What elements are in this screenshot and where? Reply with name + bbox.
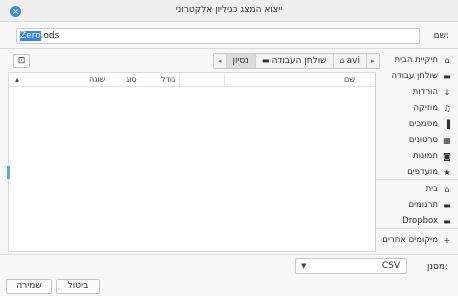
divider — [0, 254, 458, 255]
filename-extension: .ods — [40, 31, 60, 41]
sidebar-item-label: הורדות — [412, 87, 438, 97]
places-sidebar: תיקיית הבית ⌂ שולחן עבודה ▬ הורדות ↓ מוזיקה… — [376, 48, 458, 254]
music-icon: ♫ — [443, 103, 451, 113]
home-icon: ⌂ — [444, 184, 450, 194]
sidebar-item-videos[interactable]: סרטונים ▦ — [409, 133, 452, 147]
focus-indicator — [7, 166, 10, 179]
sidebar-item-label: תיקיית הבית — [394, 55, 438, 65]
path-crumb-desktop[interactable]: ▬ שולחן העבודה — [256, 54, 334, 68]
column-header-name[interactable]: שם — [344, 75, 355, 84]
file-list-header: שם גודל סוג שונה ▴ — [9, 73, 375, 87]
sidebar-item-dropbox[interactable]: Dropbox ▬ — [402, 214, 452, 228]
save-dialog: × ייצוא המצג כגיליון אלקטרוני Zero.ods ש… — [0, 0, 458, 296]
sidebar-item-label: בית — [425, 184, 438, 194]
sidebar-item-label: מועדפים — [407, 167, 438, 177]
sidebar-item-starred[interactable]: מועדפים ★ — [407, 165, 452, 179]
new-folder-button[interactable]: ⊡ — [13, 54, 30, 68]
document-icon: ▐ — [443, 119, 451, 129]
path-crumb-current[interactable]: נסיון — [226, 54, 256, 68]
sidebar-item-label: מסמכים — [408, 119, 438, 129]
cancel-button[interactable]: ביטול — [56, 279, 100, 294]
file-list[interactable]: שם גודל סוג שונה ▴ — [8, 72, 376, 252]
sidebar-item-other-locations[interactable]: מיקומים אחרים + — [382, 233, 452, 247]
desktop-icon: ▬ — [443, 71, 451, 81]
desktop-icon: ▬ — [261, 56, 270, 65]
sidebar-item-label: תרגומים — [408, 200, 438, 210]
path-crumb-home-label: avi — [346, 56, 360, 66]
column-header-type[interactable]: סוג — [126, 75, 137, 84]
path-left-arrow-button[interactable]: ◂ — [214, 54, 227, 68]
sidebar-item-downloads[interactable]: הורדות ↓ — [413, 85, 452, 99]
sidebar-item-bookmark-home[interactable]: בית ⌂ — [426, 182, 452, 196]
filename-selected-text: Zero — [20, 31, 41, 41]
sidebar-divider — [376, 228, 458, 229]
filter-dropdown[interactable]: ▼ CSV — [295, 258, 407, 274]
path-crumb-home[interactable]: ⌂ avi — [334, 54, 367, 68]
save-button[interactable]: שמירה — [6, 279, 52, 294]
download-icon: ↓ — [443, 87, 451, 97]
column-header-size[interactable]: גודל — [161, 75, 175, 84]
sidebar-item-label: שולחן עבודה — [391, 71, 438, 81]
home-icon: ⌂ — [444, 55, 450, 65]
sidebar-item-label: תמונות — [413, 151, 438, 161]
name-row: Zero.ods שם: — [0, 24, 458, 46]
new-folder-icon: ⊡ — [17, 56, 26, 66]
window-title: ייצוא המצג כגיליון אלקטרוני — [175, 5, 283, 15]
star-icon: ★ — [443, 167, 451, 177]
sidebar-item-music[interactable]: מוזיקה ♫ — [413, 101, 452, 115]
folder-icon: ▬ — [443, 200, 451, 210]
sidebar-item-documents[interactable]: מסמכים ▐ — [409, 117, 452, 131]
home-icon: ⌂ — [339, 56, 345, 65]
sidebar-item-label: מוזיקה — [413, 103, 438, 113]
column-header-modified[interactable]: שונה — [89, 75, 105, 84]
video-icon: ▦ — [443, 135, 451, 145]
filename-label: שם: — [433, 31, 449, 41]
sidebar-item-translations[interactable]: תרגומים ▬ — [408, 198, 452, 212]
sidebar-item-home[interactable]: תיקיית הבית ⌂ — [394, 53, 452, 67]
sidebar-item-label: מיקומים אחרים — [382, 235, 438, 245]
sidebar-divider — [376, 179, 458, 180]
chevron-down-icon: ▼ — [301, 262, 307, 270]
sort-arrow-icon[interactable]: ▴ — [15, 75, 19, 84]
sidebar-item-pictures[interactable]: תמונות ◙ — [413, 149, 452, 163]
column-divider — [179, 74, 180, 86]
plus-icon: + — [443, 235, 451, 245]
camera-icon: ◙ — [443, 151, 451, 161]
column-divider — [224, 74, 225, 86]
folder-icon: ▬ — [443, 216, 451, 226]
filename-input[interactable]: Zero.ods — [16, 28, 420, 44]
filter-label: מסנן: — [426, 262, 448, 272]
sidebar-item-label: סרטונים — [408, 135, 438, 145]
path-crumb-desktop-label: שולחן העבודה — [271, 56, 327, 66]
sidebar-item-desktop[interactable]: שולחן עבודה ▬ — [392, 69, 452, 83]
title-bar: × ייצוא המצג כגיליון אלקטרוני — [0, 0, 458, 22]
path-bar: ◂ נסיון ▬ שולחן העבודה ⌂ avi ▸ — [213, 53, 380, 69]
sidebar-item-label: Dropbox — [402, 216, 438, 226]
filter-value: CSV — [381, 261, 400, 271]
